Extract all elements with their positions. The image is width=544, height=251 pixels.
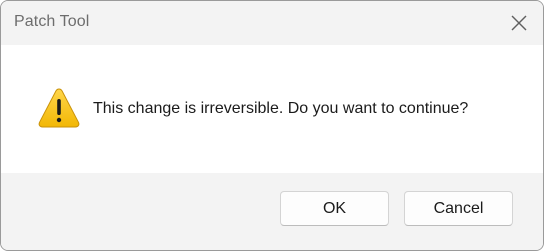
ok-button[interactable]: OK bbox=[280, 191, 389, 226]
dialog-body: This change is irreversible. Do you want… bbox=[1, 45, 543, 173]
title-bar[interactable]: Patch Tool bbox=[1, 1, 543, 45]
cancel-button[interactable]: Cancel bbox=[404, 191, 513, 226]
close-button[interactable] bbox=[495, 1, 543, 45]
dialog-message: This change is irreversible. Do you want… bbox=[93, 100, 469, 117]
message-dialog: Patch Tool This change is irreversible. … bbox=[0, 0, 544, 251]
dialog-footer: OK Cancel bbox=[1, 173, 543, 250]
warning-icon bbox=[38, 88, 80, 128]
close-icon bbox=[511, 15, 527, 31]
window-title: Patch Tool bbox=[14, 13, 90, 30]
